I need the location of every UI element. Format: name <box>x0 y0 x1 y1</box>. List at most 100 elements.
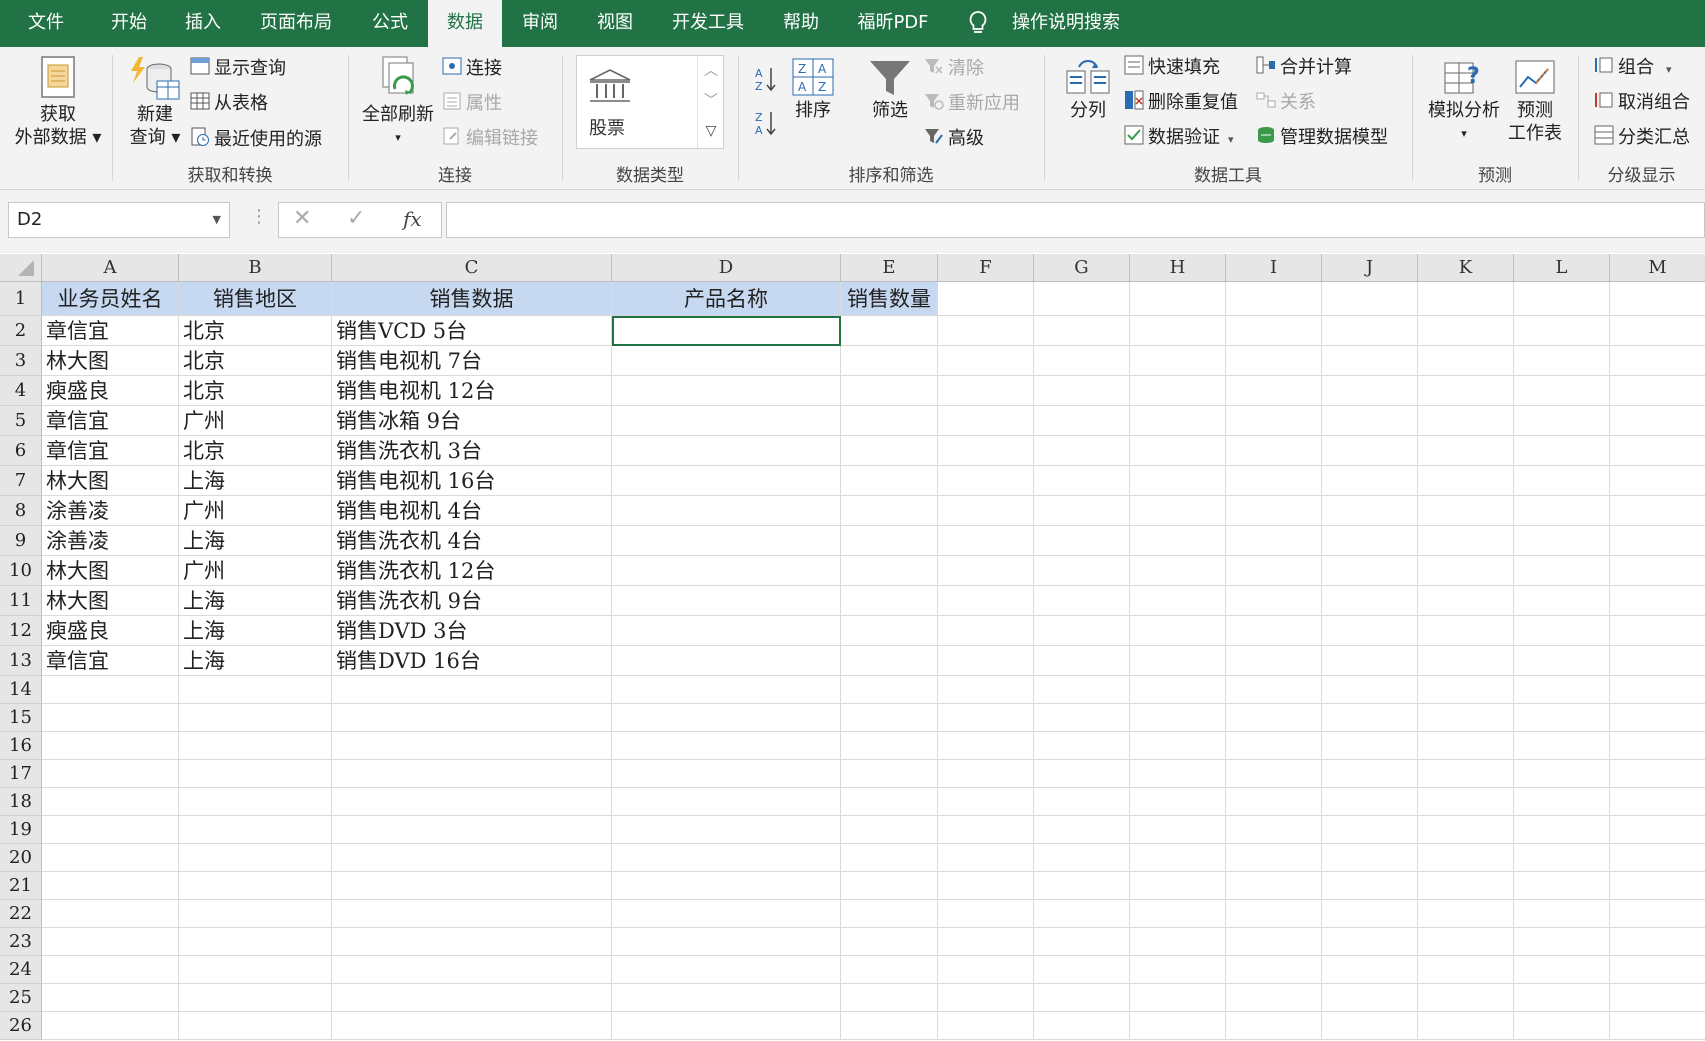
cell-M23[interactable] <box>1610 928 1705 956</box>
cell-L18[interactable] <box>1514 788 1610 816</box>
cell-K21[interactable] <box>1418 872 1514 900</box>
data-validation-button[interactable]: 数据验证 ▾ <box>1124 125 1234 151</box>
cell-E6[interactable] <box>841 436 938 466</box>
cell-C7[interactable]: 销售电视机 16台 <box>332 466 612 496</box>
consolidate-button[interactable]: 合并计算 <box>1256 55 1352 81</box>
cell-F21[interactable] <box>938 872 1034 900</box>
reapply-button[interactable]: 重新应用 <box>924 92 1020 116</box>
cell-J22[interactable] <box>1322 900 1418 928</box>
row-header-17[interactable]: 17 <box>0 760 42 788</box>
cell-M24[interactable] <box>1610 956 1705 984</box>
row-header-15[interactable]: 15 <box>0 704 42 732</box>
row-header-2[interactable]: 2 <box>0 316 42 346</box>
cell-G10[interactable] <box>1034 556 1130 586</box>
cell-J23[interactable] <box>1322 928 1418 956</box>
cell-H23[interactable] <box>1130 928 1226 956</box>
row-header-6[interactable]: 6 <box>0 436 42 466</box>
cell-L23[interactable] <box>1514 928 1610 956</box>
cell-M3[interactable] <box>1610 346 1705 376</box>
cell-C8[interactable]: 销售电视机 4台 <box>332 496 612 526</box>
cancel-icon[interactable]: ✕ <box>293 206 311 231</box>
cell-K20[interactable] <box>1418 844 1514 872</box>
cell-D15[interactable] <box>612 704 841 732</box>
cell-M7[interactable] <box>1610 466 1705 496</box>
cell-D8[interactable] <box>612 496 841 526</box>
cell-A4[interactable]: 瘐盛良 <box>42 376 179 406</box>
cell-K25[interactable] <box>1418 984 1514 1012</box>
tab-formulas[interactable]: 公式 <box>352 0 428 47</box>
cell-M2[interactable] <box>1610 316 1705 346</box>
cell-I3[interactable] <box>1226 346 1322 376</box>
data-types-gallery[interactable]: 股票 ︿ ﹀ ▽ <box>576 55 724 149</box>
row-header-4[interactable]: 4 <box>0 376 42 406</box>
cell-E19[interactable] <box>841 816 938 844</box>
cell-C13[interactable]: 销售DVD 16台 <box>332 646 612 676</box>
column-header-K[interactable]: K <box>1418 254 1514 282</box>
cell-B23[interactable] <box>179 928 332 956</box>
cell-D16[interactable] <box>612 732 841 760</box>
cell-H19[interactable] <box>1130 816 1226 844</box>
cell-L25[interactable] <box>1514 984 1610 1012</box>
cell-I13[interactable] <box>1226 646 1322 676</box>
cell-A26[interactable] <box>42 1012 179 1040</box>
cell-H5[interactable] <box>1130 406 1226 436</box>
cell-K13[interactable] <box>1418 646 1514 676</box>
tab-page-layout[interactable]: 页面布局 <box>248 0 344 47</box>
cell-B18[interactable] <box>179 788 332 816</box>
cell-M13[interactable] <box>1610 646 1705 676</box>
cell-C1[interactable]: 销售数据 <box>332 282 612 316</box>
cell-B21[interactable] <box>179 872 332 900</box>
remove-duplicates-button[interactable]: 删除重复值 <box>1124 90 1238 116</box>
column-header-C[interactable]: C <box>332 254 612 282</box>
cell-C20[interactable] <box>332 844 612 872</box>
cell-M20[interactable] <box>1610 844 1705 872</box>
cell-I1[interactable] <box>1226 282 1322 316</box>
sort-button[interactable]: ZAAZ 排序 <box>786 57 840 122</box>
cell-F3[interactable] <box>938 346 1034 376</box>
cell-D17[interactable] <box>612 760 841 788</box>
cell-F2[interactable] <box>938 316 1034 346</box>
cell-I17[interactable] <box>1226 760 1322 788</box>
cell-G1[interactable] <box>1034 282 1130 316</box>
cell-E5[interactable] <box>841 406 938 436</box>
cell-D3[interactable] <box>612 346 841 376</box>
cell-C5[interactable]: 销售冰箱 9台 <box>332 406 612 436</box>
cell-K4[interactable] <box>1418 376 1514 406</box>
cell-M8[interactable] <box>1610 496 1705 526</box>
cell-H12[interactable] <box>1130 616 1226 646</box>
cell-L9[interactable] <box>1514 526 1610 556</box>
row-header-22[interactable]: 22 <box>0 900 42 928</box>
cell-M12[interactable] <box>1610 616 1705 646</box>
cell-D2[interactable] <box>612 316 841 346</box>
cell-J17[interactable] <box>1322 760 1418 788</box>
row-header-16[interactable]: 16 <box>0 732 42 760</box>
row-header-5[interactable]: 5 <box>0 406 42 436</box>
cell-J6[interactable] <box>1322 436 1418 466</box>
cell-E3[interactable] <box>841 346 938 376</box>
cell-H15[interactable] <box>1130 704 1226 732</box>
cell-A25[interactable] <box>42 984 179 1012</box>
cell-I23[interactable] <box>1226 928 1322 956</box>
cell-K3[interactable] <box>1418 346 1514 376</box>
column-header-I[interactable]: I <box>1226 254 1322 282</box>
subtotal-button[interactable]: 分类汇总 <box>1594 125 1690 151</box>
column-header-J[interactable]: J <box>1322 254 1418 282</box>
cell-J13[interactable] <box>1322 646 1418 676</box>
cell-E12[interactable] <box>841 616 938 646</box>
cell-E16[interactable] <box>841 732 938 760</box>
cell-G26[interactable] <box>1034 1012 1130 1040</box>
cell-K9[interactable] <box>1418 526 1514 556</box>
cell-L20[interactable] <box>1514 844 1610 872</box>
chevron-down-icon[interactable]: ▾ <box>1228 133 1234 146</box>
cell-A11[interactable]: 林大图 <box>42 586 179 616</box>
cell-K15[interactable] <box>1418 704 1514 732</box>
cell-B5[interactable]: 广州 <box>179 406 332 436</box>
cell-H24[interactable] <box>1130 956 1226 984</box>
cell-G7[interactable] <box>1034 466 1130 496</box>
cell-E22[interactable] <box>841 900 938 928</box>
cell-F25[interactable] <box>938 984 1034 1012</box>
cell-A13[interactable]: 章信宜 <box>42 646 179 676</box>
tab-foxit-pdf[interactable]: 福昕PDF <box>848 0 938 47</box>
cell-A14[interactable] <box>42 676 179 704</box>
cell-E25[interactable] <box>841 984 938 1012</box>
